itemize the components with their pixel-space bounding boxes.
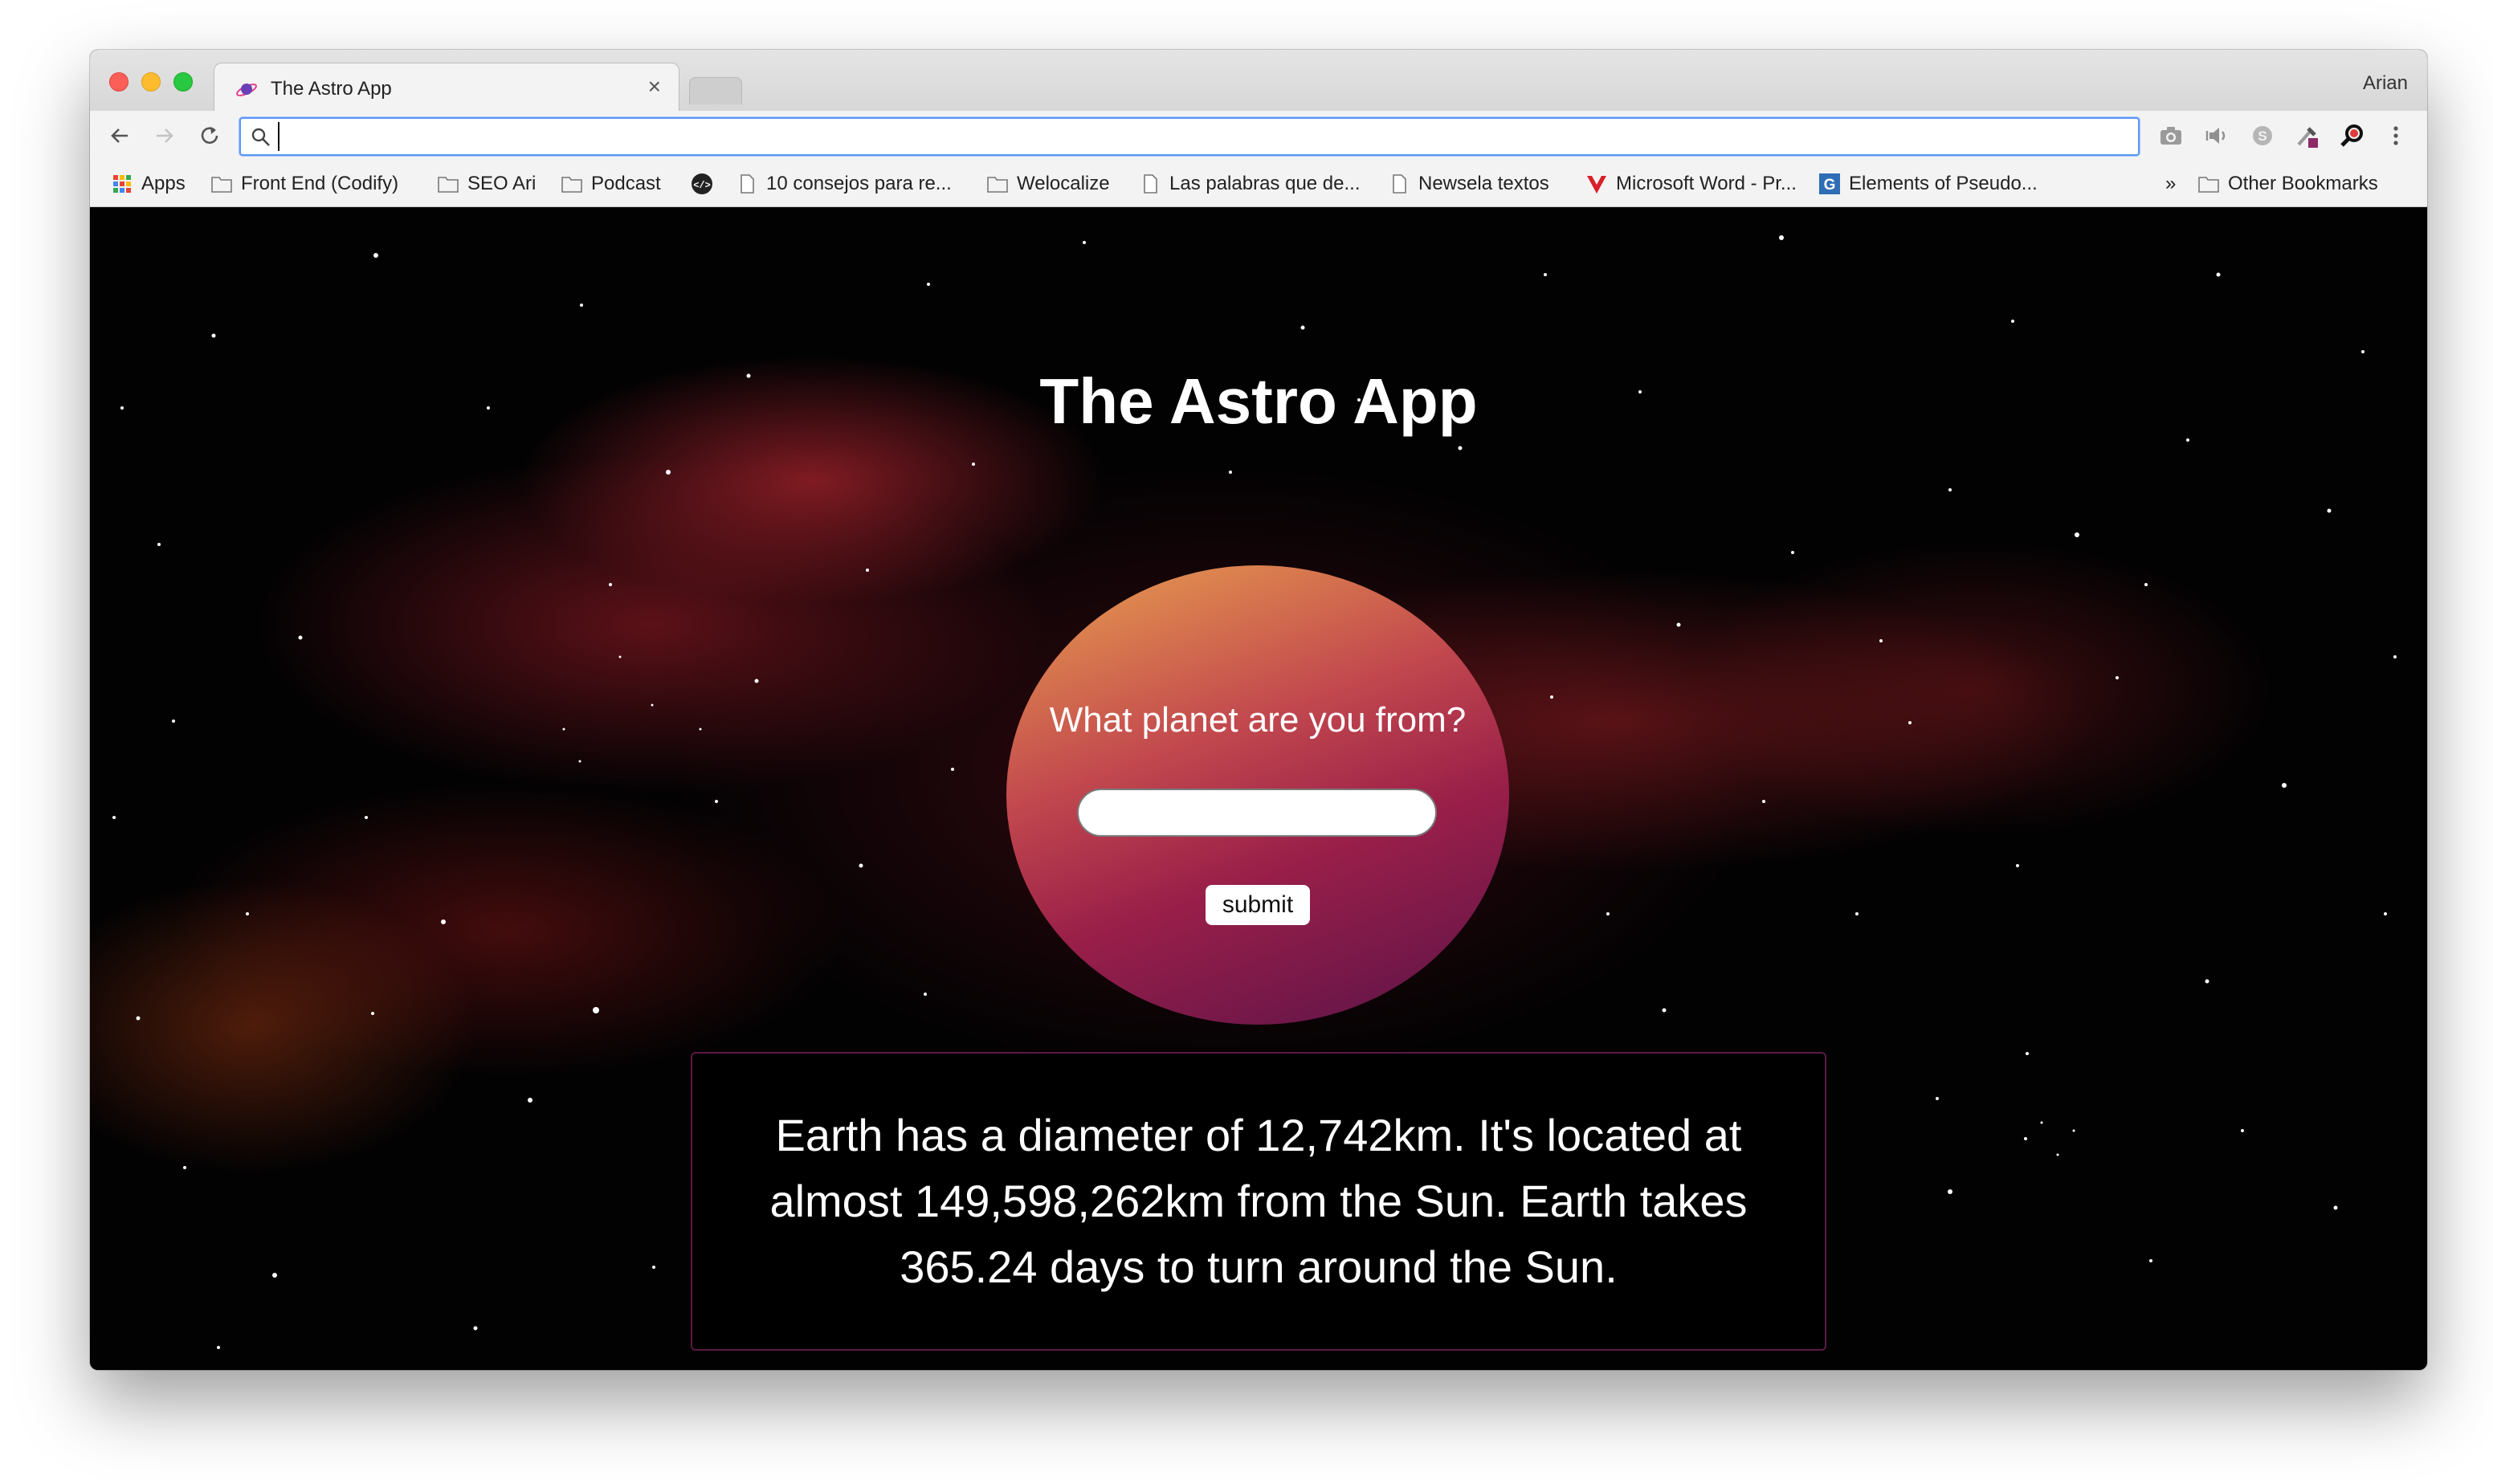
search-icon [251, 128, 270, 146]
planet-form: What planet are you from? submit [1006, 565, 1509, 1025]
reload-icon [201, 127, 218, 144]
bookmark-label: Welocalize [1017, 173, 1110, 194]
page-icon [741, 174, 754, 194]
bookmark-label: Newsela textos [1418, 173, 1549, 194]
page-icon [1393, 174, 1406, 194]
code-icon: </> [692, 173, 712, 194]
planet-favicon-icon [236, 84, 257, 96]
planet-info-box: Earth has a diameter of 12,742km. It's l… [691, 1052, 1826, 1351]
forward-button[interactable] [148, 119, 182, 153]
bookmark-seo-ari[interactable]: SEO Ari [437, 170, 536, 198]
browser-toolbar: S [90, 111, 2427, 161]
tab-title: The Astro App [271, 78, 392, 100]
back-button[interactable] [103, 119, 137, 153]
more-vertical-icon [2393, 126, 2398, 145]
skype-extension-button[interactable]: S [2247, 120, 2278, 151]
magnifier-icon [2340, 124, 2363, 147]
planet-question-label: What planet are you from? [1049, 700, 1467, 740]
bookmark-las-palabras[interactable]: Las palabras que de... [1139, 170, 1361, 198]
page-viewport: The Astro App What planet are you from? … [90, 207, 2427, 1370]
bookmarks-bar: Apps Front End (Codify) SEO Ari Podcast … [90, 161, 2427, 207]
bookmark-10-consejos[interactable]: 10 consejos para re... [736, 170, 952, 198]
camera-extension-button[interactable] [2156, 120, 2186, 151]
maximize-window-button[interactable] [173, 72, 193, 92]
folder-icon [561, 177, 582, 193]
address-bar[interactable] [239, 117, 2140, 156]
bookmark-label: Front End (Codify) [241, 173, 399, 194]
bookmark-newsela-textos[interactable]: Newsela textos [1388, 170, 1549, 198]
arrow-right-icon [157, 128, 173, 143]
bookmark-podcast[interactable]: Podcast [561, 170, 661, 198]
planet-input[interactable] [1077, 789, 1437, 837]
zoom-extension-button[interactable] [2337, 120, 2368, 151]
svg-text:S: S [2258, 128, 2267, 144]
apps-grid-icon [113, 175, 131, 193]
planet-info-text: Earth has a diameter of 12,742km. It's l… [769, 1110, 1748, 1292]
bookmark-label: Las palabras que de... [1169, 173, 1361, 194]
audio-extension-button[interactable] [2202, 120, 2233, 151]
folder-icon [211, 177, 232, 193]
bookmark-label: Podcast [591, 173, 661, 194]
svg-text:</>: </> [693, 180, 711, 191]
overflow-chevron-icon: » [2165, 173, 2177, 194]
bookmark-code[interactable]: </> [691, 170, 721, 198]
bookmark-label: SEO Ari [467, 173, 537, 194]
reload-button[interactable] [193, 119, 226, 153]
bookmark-elements-of-pseudo[interactable]: G Elements of Pseudo... [1818, 170, 2038, 198]
folder-icon [987, 177, 1008, 193]
browser-window: The Astro App × Arian S Apps Front End (… [90, 50, 2427, 1370]
speaker-icon [2205, 128, 2226, 144]
bookmark-other-bookmarks[interactable]: Other Bookmarks [2197, 170, 2378, 198]
svg-text:G: G [1824, 177, 1836, 194]
folder-icon [438, 177, 459, 193]
menu-button[interactable] [2381, 120, 2411, 151]
folder-icon [2198, 177, 2219, 193]
bookmark-label: 10 consejos para re... [766, 173, 952, 194]
camera-icon [2160, 127, 2181, 145]
bookmark-microsoft-word[interactable]: Microsoft Word - Pr... [1585, 170, 1797, 198]
tab-strip: The Astro App × Arian [90, 50, 2427, 112]
bookmark-label: Microsoft Word - Pr... [1616, 173, 1797, 194]
vivaldi-icon [1587, 176, 1606, 194]
bookmark-label: Elements of Pseudo... [1849, 173, 2038, 194]
profile-name[interactable]: Arian [2363, 72, 2408, 95]
address-input[interactable] [278, 122, 2125, 151]
bookmark-welocalize[interactable]: Welocalize [986, 170, 1110, 198]
bookmark-front-end-codify[interactable]: Front End (Codify) [210, 170, 398, 198]
tab-close-icon[interactable]: × [648, 74, 661, 99]
arrow-left-icon [111, 128, 128, 143]
tab-the-astro-app[interactable]: The Astro App × [214, 63, 679, 112]
page-icon [1144, 174, 1157, 194]
bookmark-label: Apps [141, 173, 186, 194]
minimize-window-button[interactable] [141, 72, 161, 92]
submit-button[interactable]: submit [1206, 885, 1310, 925]
new-tab-button[interactable] [689, 77, 742, 104]
bookmarks-overflow-button[interactable]: » [2165, 170, 2176, 198]
bookmark-label: Other Bookmarks [2228, 173, 2378, 194]
skype-icon: S [2253, 126, 2272, 145]
bookmark-apps[interactable]: Apps [111, 170, 186, 198]
g-icon: G [1819, 173, 1840, 194]
close-window-button[interactable] [109, 72, 129, 92]
eyedropper-extension-button[interactable] [2292, 120, 2323, 151]
eyedropper-icon [2297, 127, 2318, 148]
app-title: The Astro App [1039, 365, 1478, 437]
